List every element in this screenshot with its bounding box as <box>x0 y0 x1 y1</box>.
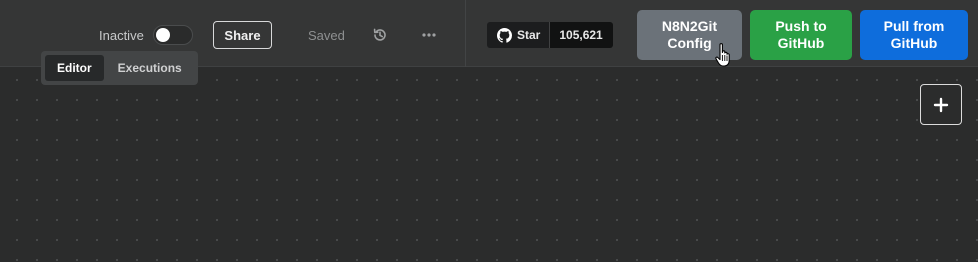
star-count[interactable]: 105,621 <box>550 22 613 48</box>
active-toggle[interactable] <box>153 25 193 45</box>
toggle-knob <box>156 28 170 42</box>
hand-pointer-cursor <box>715 43 730 67</box>
share-button[interactable]: Share <box>213 21 272 49</box>
view-tabs: Editor Executions <box>41 51 198 85</box>
pull-from-github-button[interactable]: Pull from GitHub <box>860 10 968 60</box>
plus-icon <box>933 97 949 112</box>
tab-editor[interactable]: Editor <box>45 55 104 81</box>
github-star-label-part[interactable]: Star <box>487 22 551 48</box>
github-icon <box>497 27 512 43</box>
header-divider <box>465 0 466 67</box>
tab-executions[interactable]: Executions <box>106 55 194 81</box>
history-icon[interactable] <box>372 27 388 43</box>
more-horizontal-icon[interactable] <box>421 27 437 43</box>
push-to-github-button[interactable]: Push to GitHub <box>750 10 852 60</box>
github-star-button[interactable]: Star 105,621 <box>487 22 613 48</box>
active-status-label: Inactive <box>99 28 144 43</box>
star-label: Star <box>517 28 541 42</box>
pull-button-label: Pull from GitHub <box>883 18 945 51</box>
workflow-canvas[interactable] <box>0 67 978 262</box>
add-node-button[interactable] <box>920 84 962 125</box>
push-button-label: Push to GitHub <box>775 18 827 51</box>
saved-status: Saved <box>308 28 345 43</box>
